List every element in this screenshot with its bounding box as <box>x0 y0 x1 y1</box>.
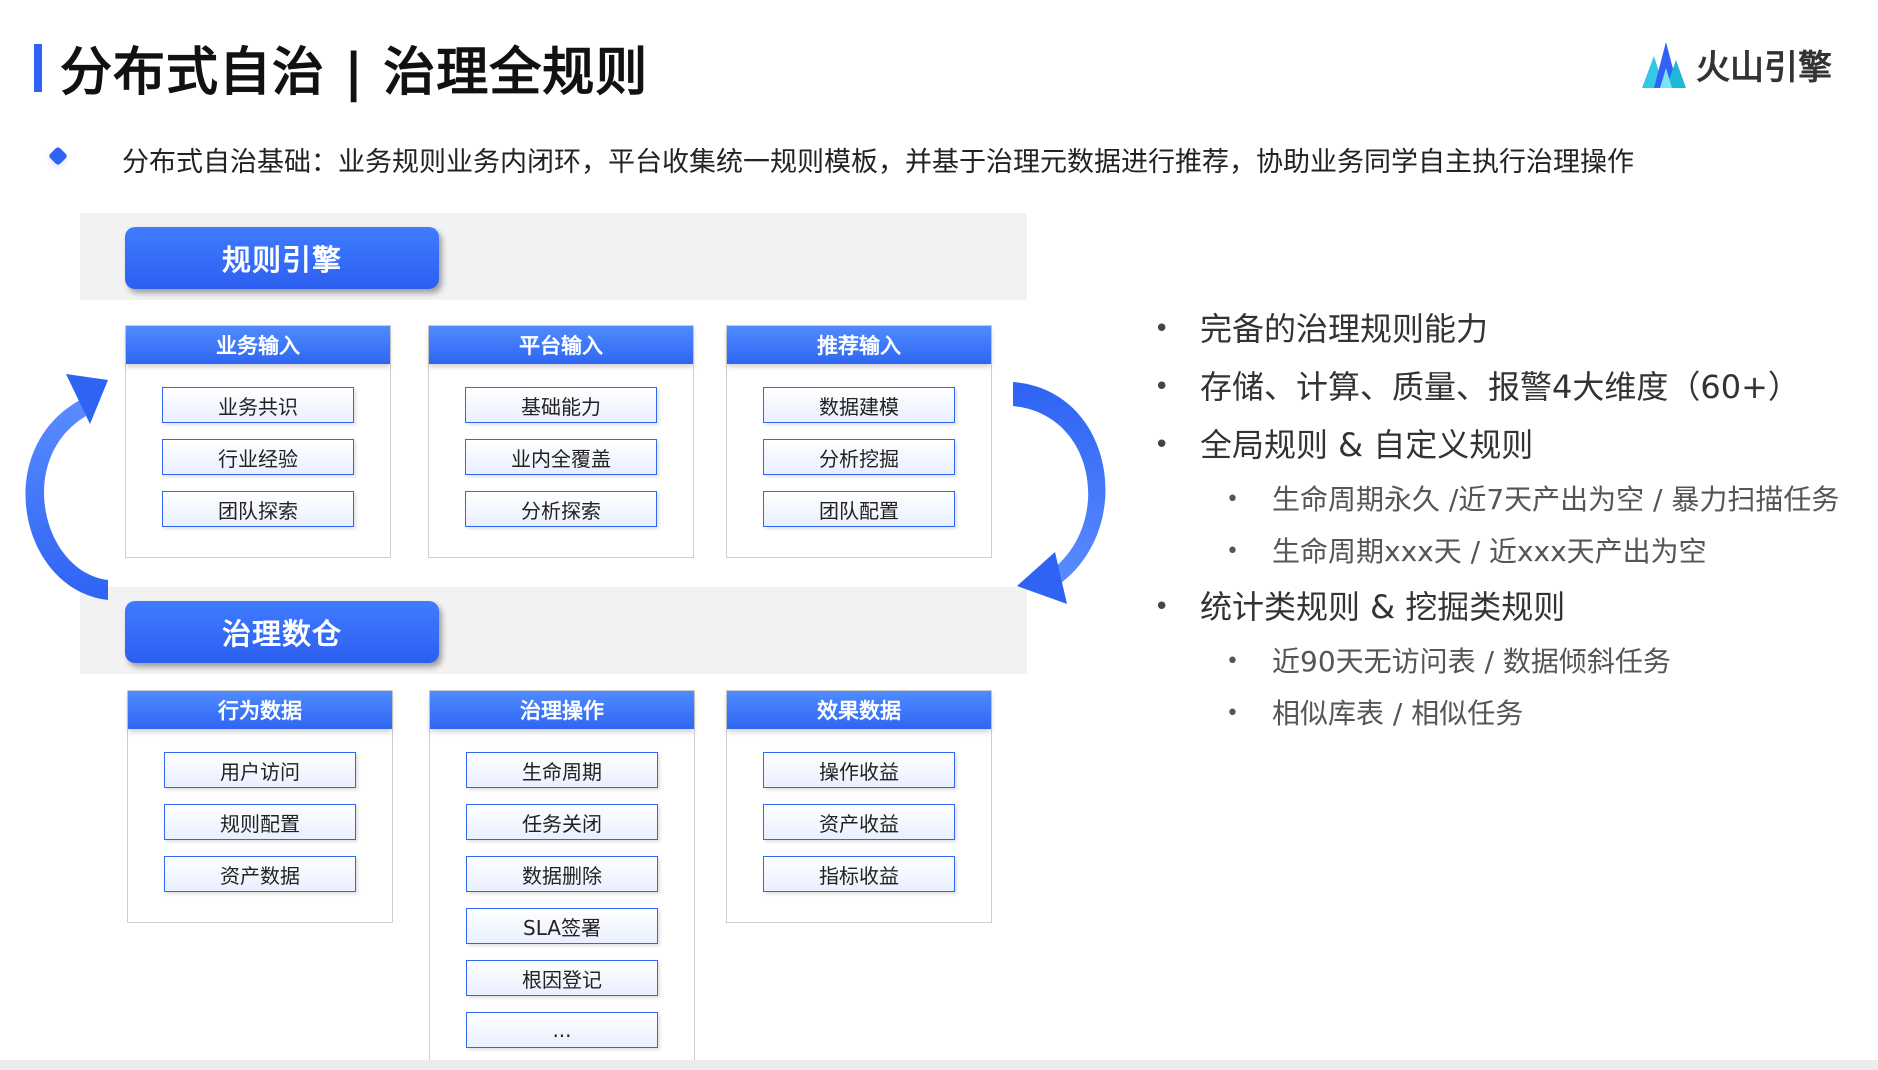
panel-item: 根因登记 <box>466 960 658 996</box>
panel-title: 平台输入 <box>429 326 693 364</box>
panel-platform-input: 平台输入 基础能力 业内全覆盖 分析探索 <box>428 325 694 558</box>
panel-item: SLA签署 <box>466 908 658 944</box>
feature-list: 完备的治理规则能力 存储、计算、质量、报警4大维度（60+） 全局规则 & 自定… <box>1150 300 1850 740</box>
panel-title: 行为数据 <box>128 691 392 729</box>
sub-list-item: 生命周期永久 /近7天产出为空 / 暴力扫描任务 <box>1150 474 1850 526</box>
panel-item: 数据删除 <box>466 856 658 892</box>
panel-item: 指标收益 <box>763 856 955 892</box>
panel-effect-data: 效果数据 操作收益 资产收益 指标收益 <box>726 690 992 923</box>
governance-warehouse-band: 治理数仓 <box>80 587 1027 674</box>
panel-item: 操作收益 <box>763 752 955 788</box>
panel-title: 治理操作 <box>430 691 694 729</box>
panel-item: 规则配置 <box>164 804 356 840</box>
sub-list-item: 相似库表 / 相似任务 <box>1150 688 1850 740</box>
panel-item: 团队配置 <box>763 491 955 527</box>
panel-behavior-data: 行为数据 用户访问 规则配置 资产数据 <box>127 690 393 923</box>
panel-item: ... <box>466 1012 658 1048</box>
footer-divider <box>0 1060 1878 1070</box>
list-item: 完备的治理规则能力 <box>1150 300 1850 358</box>
page-title: 分布式自治 | 治理全规则 <box>60 43 649 103</box>
brand-name: 火山引擎 <box>1696 47 1832 88</box>
subtitle-text: 分布式自治基础：业务规则业务内闭环，平台收集统一规则模板，并基于治理元数据进行推… <box>122 147 1634 178</box>
governance-warehouse-label: 治理数仓 <box>125 601 439 663</box>
rule-engine-band: 规则引擎 <box>80 213 1027 300</box>
panel-item: 资产数据 <box>164 856 356 892</box>
title-accent-bar <box>34 44 42 92</box>
panel-item: 业内全覆盖 <box>465 439 657 475</box>
diamond-bullet-icon <box>45 145 71 170</box>
panel-title: 推荐输入 <box>727 326 991 364</box>
cycle-arrow-left-icon <box>25 374 108 600</box>
panel-item: 基础能力 <box>465 387 657 423</box>
panel-governance-ops: 治理操作 生命周期 任务关闭 数据删除 SLA签署 根因登记 ... <box>429 690 695 1062</box>
panel-business-input: 业务输入 业务共识 行业经验 团队探索 <box>125 325 391 558</box>
panel-item: 资产收益 <box>763 804 955 840</box>
panel-title: 效果数据 <box>727 691 991 729</box>
rule-engine-label: 规则引擎 <box>125 227 439 289</box>
panel-item: 数据建模 <box>763 387 955 423</box>
panel-title: 业务输入 <box>126 326 390 364</box>
panel-item: 业务共识 <box>162 387 354 423</box>
panel-item: 团队探索 <box>162 491 354 527</box>
panel-item: 分析探索 <box>465 491 657 527</box>
panel-recommend-input: 推荐输入 数据建模 分析挖掘 团队配置 <box>726 325 992 558</box>
cycle-arrow-right-icon <box>1013 382 1106 604</box>
sub-list-item: 生命周期xxx天 / 近xxx天产出为空 <box>1150 526 1850 578</box>
list-item: 统计类规则 & 挖掘类规则 <box>1150 578 1850 636</box>
sub-list-item: 近90天无访问表 / 数据倾斜任务 <box>1150 636 1850 688</box>
panel-item: 任务关闭 <box>466 804 658 840</box>
panel-item: 用户访问 <box>164 752 356 788</box>
volcano-logo-icon <box>1642 42 1686 88</box>
panel-item: 生命周期 <box>466 752 658 788</box>
list-item: 全局规则 & 自定义规则 <box>1150 416 1850 474</box>
list-item: 存储、计算、质量、报警4大维度（60+） <box>1150 358 1850 416</box>
brand-logo: 火山引擎 <box>1640 34 1840 94</box>
panel-item: 分析挖掘 <box>763 439 955 475</box>
panel-item: 行业经验 <box>162 439 354 475</box>
